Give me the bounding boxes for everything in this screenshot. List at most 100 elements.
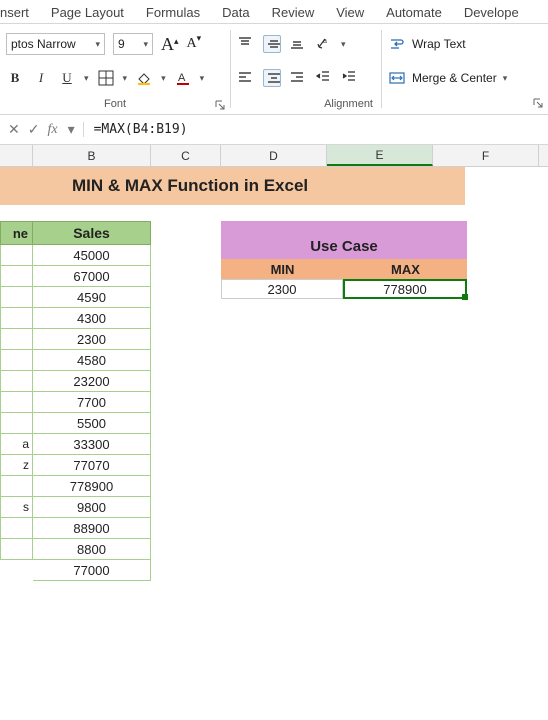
sales-cell[interactable]: 2300 [33, 329, 151, 350]
max-label: MAX [344, 259, 467, 279]
align-left-icon[interactable] [237, 69, 255, 87]
font-size-select[interactable]: 9 ▾ [113, 33, 153, 55]
name-cell[interactable] [0, 287, 33, 308]
increase-indent-icon[interactable] [341, 69, 359, 87]
chevron-down-icon[interactable]: ▾ [341, 39, 346, 50]
tab-page-layout[interactable]: Page Layout [51, 5, 124, 20]
sales-cell[interactable]: 23200 [33, 371, 151, 392]
align-bottom-icon[interactable] [289, 35, 307, 53]
decrease-indent-icon[interactable] [315, 69, 333, 87]
name-cell[interactable] [0, 392, 33, 413]
align-right-icon[interactable] [289, 69, 307, 87]
col-head-b[interactable]: B [33, 145, 151, 166]
font-name-value: ptos Narrow [11, 37, 76, 51]
sales-cell[interactable]: 9800 [33, 497, 151, 518]
chevron-down-icon: ▾ [143, 39, 148, 50]
fill-color-icon[interactable] [135, 69, 153, 87]
merge-center-button[interactable]: Merge & Center [412, 71, 497, 85]
tab-formulas[interactable]: Formulas [146, 5, 200, 20]
dialog-launcher-icon[interactable] [532, 97, 544, 109]
col-head-d[interactable]: D [221, 145, 327, 166]
min-label: MIN [221, 259, 344, 279]
chevron-down-icon[interactable]: ▾ [503, 73, 508, 84]
cancel-formula-icon[interactable]: ✕ [8, 121, 20, 138]
chevron-down-icon[interactable]: ▾ [123, 73, 128, 84]
name-cell[interactable] [0, 476, 33, 497]
use-case-title: Use Case [221, 221, 467, 259]
chevron-down-icon[interactable]: ▾ [68, 121, 75, 138]
sales-cell[interactable]: 4580 [33, 350, 151, 371]
font-size-value: 9 [118, 37, 125, 51]
name-cell[interactable] [0, 266, 33, 287]
tab-review[interactable]: Review [272, 5, 315, 20]
names-header: ne [0, 221, 33, 245]
align-center-icon[interactable] [263, 69, 281, 87]
name-cell[interactable] [0, 245, 33, 266]
align-middle-icon[interactable] [263, 35, 281, 53]
col-head-f[interactable]: F [433, 145, 539, 166]
name-cell[interactable]: a [0, 434, 33, 455]
chevron-down-icon[interactable]: ▾ [161, 73, 166, 84]
max-value-cell[interactable]: 778900 [343, 279, 467, 299]
name-cell[interactable]: s [0, 497, 33, 518]
name-cell[interactable]: z [0, 455, 33, 476]
col-head-e[interactable]: E [327, 145, 433, 166]
formula-input[interactable]: =MAX(B4:B19) [83, 122, 548, 137]
tab-data[interactable]: Data [222, 5, 249, 20]
wrap-text-button[interactable]: Wrap Text [412, 37, 466, 51]
sales-cell[interactable]: 67000 [33, 266, 151, 287]
increase-font-icon[interactable]: A▴ [161, 34, 179, 55]
svg-text:a: a [323, 38, 327, 45]
italic-button[interactable]: I [32, 69, 50, 87]
underline-button[interactable]: U [58, 69, 76, 87]
col-head-c[interactable]: C [151, 145, 221, 166]
name-cell[interactable] [0, 413, 33, 434]
align-top-icon[interactable] [237, 35, 255, 53]
sales-cell[interactable]: 778900 [33, 476, 151, 497]
group-label-font: Font [0, 96, 230, 114]
font-name-select[interactable]: ptos Narrow ▾ [6, 33, 105, 55]
chevron-down-icon: ▾ [95, 39, 100, 50]
sales-cell[interactable]: 8800 [33, 539, 151, 560]
decrease-font-icon[interactable]: A▾ [187, 36, 202, 52]
svg-text:A: A [178, 72, 186, 84]
sales-cell[interactable]: 88900 [33, 518, 151, 539]
sales-cell[interactable]: 4300 [33, 308, 151, 329]
sales-cell[interactable]: 5500 [33, 413, 151, 434]
formula-bar: ✕ ✓ fx ▾ =MAX(B4:B19) [0, 115, 548, 145]
group-label-alignment: Alignment [231, 96, 381, 114]
worksheet-grid[interactable]: B C D E F MIN & MAX Function in Excel ne… [0, 145, 548, 167]
name-cell[interactable] [0, 539, 33, 560]
name-cell[interactable] [0, 371, 33, 392]
col-head-a[interactable] [0, 145, 33, 166]
tab-automate[interactable]: Automate [386, 5, 442, 20]
wrap-text-icon [388, 35, 406, 53]
sales-cell[interactable]: 77000 [33, 560, 151, 581]
dialog-launcher-icon[interactable] [214, 99, 226, 111]
sales-cell[interactable]: 45000 [33, 245, 151, 266]
tab-developer[interactable]: Develope [464, 5, 519, 20]
fx-icon[interactable]: fx [47, 122, 57, 138]
sales-column: Sales 4500067000459043002300458023200770… [33, 221, 151, 581]
bold-button[interactable]: B [6, 69, 24, 87]
tab-view[interactable]: View [336, 5, 364, 20]
sales-cell[interactable]: 7700 [33, 392, 151, 413]
merge-center-icon [388, 69, 406, 87]
chevron-down-icon[interactable]: ▾ [200, 73, 205, 84]
name-cell[interactable] [0, 308, 33, 329]
min-value-cell[interactable]: 2300 [221, 279, 343, 299]
orientation-icon[interactable]: a [315, 35, 333, 53]
borders-icon[interactable] [97, 69, 115, 87]
names-column: ne azs [0, 221, 33, 560]
sales-cell[interactable]: 4590 [33, 287, 151, 308]
name-cell[interactable] [0, 518, 33, 539]
use-case-box: Use Case MIN MAX 2300 778900 [221, 221, 467, 299]
name-cell[interactable] [0, 329, 33, 350]
sales-cell[interactable]: 33300 [33, 434, 151, 455]
tab-insert[interactable]: nsert [0, 5, 29, 20]
accept-formula-icon[interactable]: ✓ [28, 121, 40, 138]
chevron-down-icon[interactable]: ▾ [84, 73, 89, 84]
name-cell[interactable] [0, 350, 33, 371]
font-color-icon[interactable]: A [174, 69, 192, 87]
sales-cell[interactable]: 77070 [33, 455, 151, 476]
